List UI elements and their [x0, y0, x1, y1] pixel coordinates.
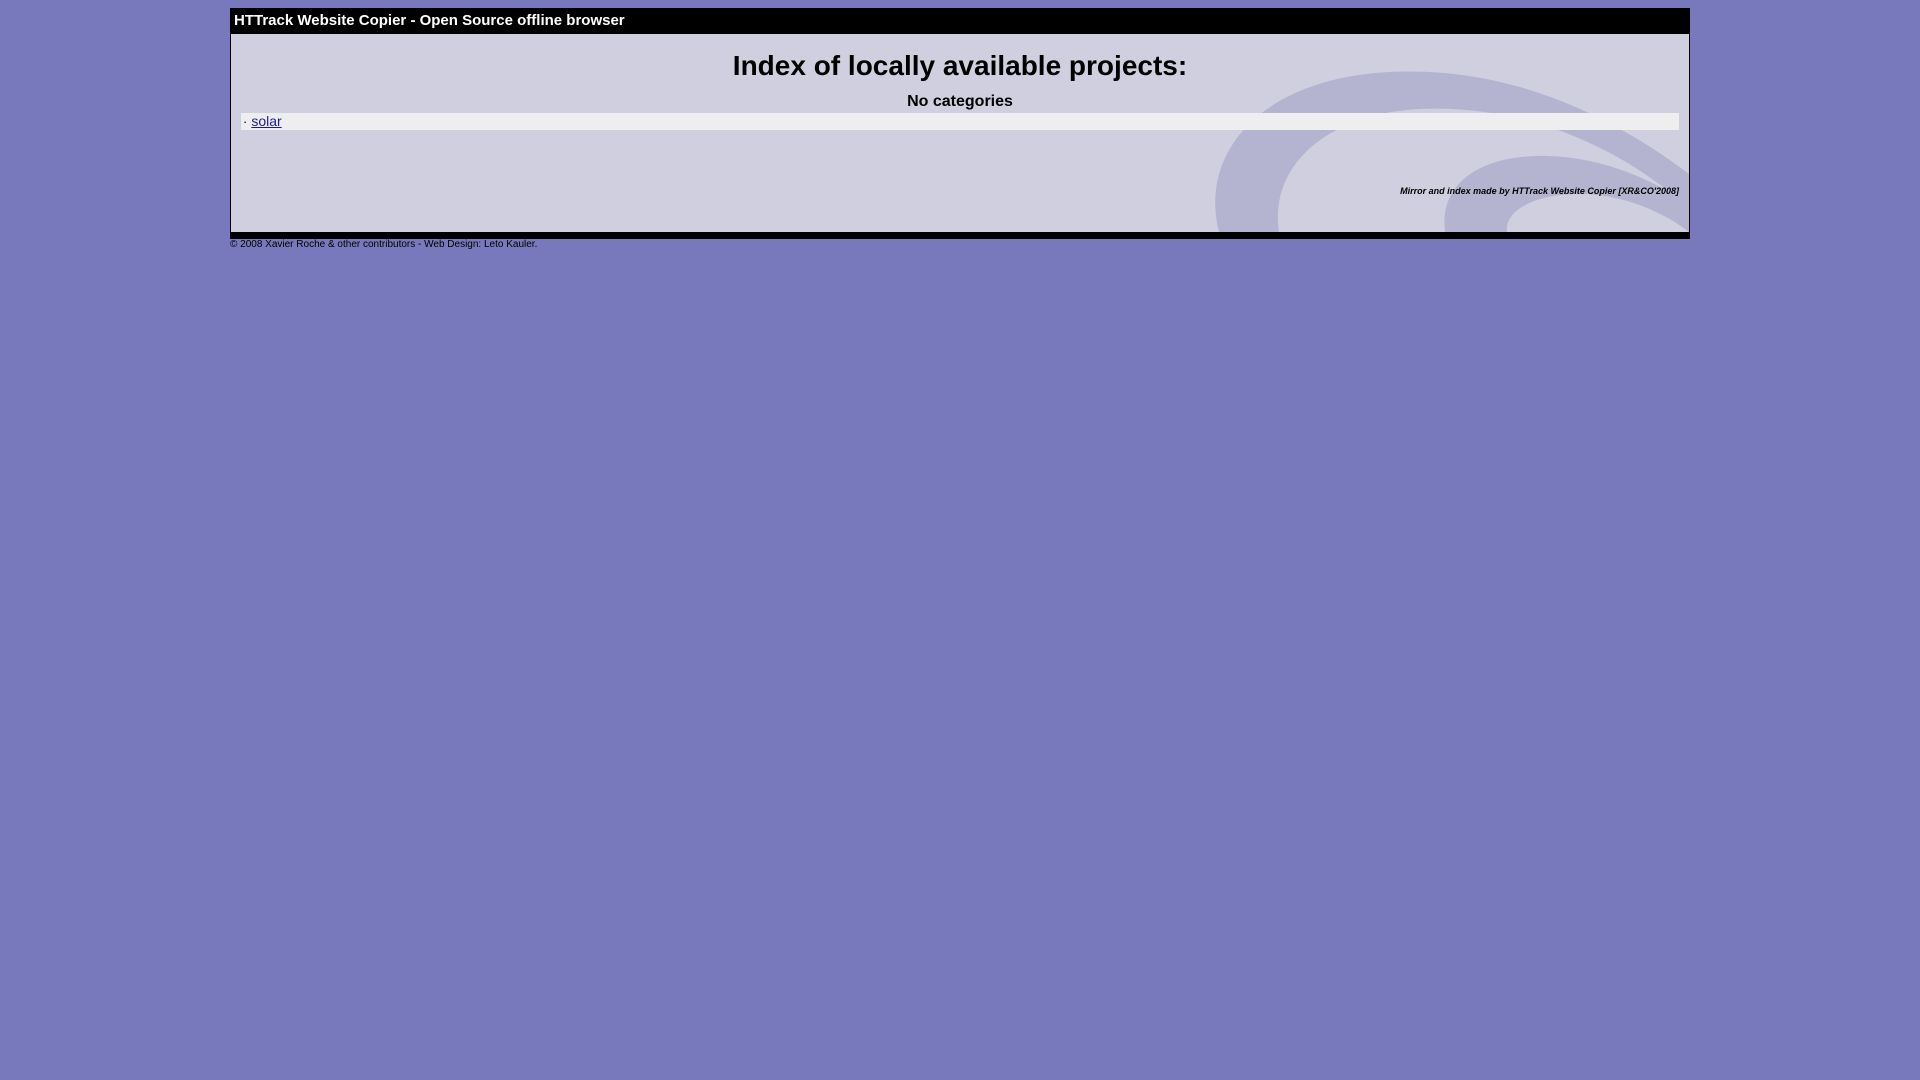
main-frame: HTTrack Website Copier - Open Source off… — [230, 8, 1690, 239]
page-title: Index of locally available projects: — [732, 50, 1188, 81]
list-item: · solar — [241, 113, 1679, 130]
footer-copyright: © 2008 Xavier Roche & other contributors… — [230, 239, 538, 250]
header-title: HTTrack Website Copier - Open Source off… — [234, 12, 625, 29]
categories-label: No categories — [907, 93, 1013, 110]
bottom-divider — [231, 232, 1689, 238]
content-panel: Index of locally available projects: No … — [231, 33, 1689, 232]
credit-text: Mirror and index made by HTTrack Website… — [1400, 186, 1679, 196]
project-link-solar[interactable]: solar — [251, 113, 281, 129]
bullet-icon: · — [243, 114, 248, 129]
page-header: HTTrack Website Copier - Open Source off… — [231, 9, 1689, 33]
